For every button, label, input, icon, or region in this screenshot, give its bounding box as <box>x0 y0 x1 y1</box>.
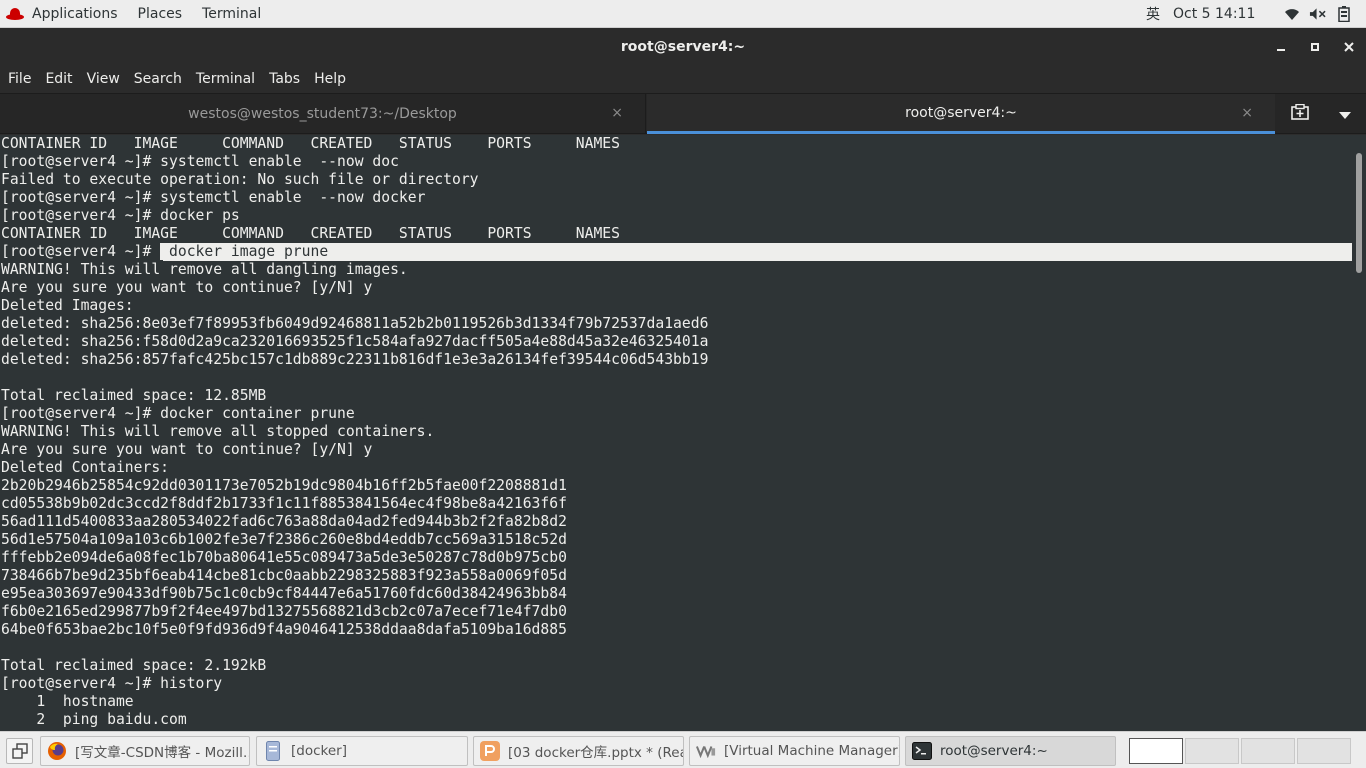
close-button[interactable] <box>1332 28 1366 65</box>
task-label: [docker] <box>291 743 347 759</box>
terminal-line: Are you sure you want to continue? [y/N]… <box>1 279 373 296</box>
task-presentation[interactable]: [03 docker仓库.pptx * (Rea… <box>473 736 684 766</box>
terminal-line: Are you sure you want to continue? [y/N]… <box>1 441 373 458</box>
menu-tabs[interactable]: Tabs <box>262 65 307 93</box>
tab-westos-desktop[interactable]: westos@westos_student73:~/Desktop × <box>0 94 646 134</box>
workspace-1[interactable] <box>1129 738 1183 764</box>
terminal-line: deleted: sha256:8e03ef7f89953fb6049d9246… <box>1 315 709 332</box>
menu-file[interactable]: File <box>1 65 38 93</box>
tab-bar: westos@westos_student73:~/Desktop × root… <box>0 93 1366 134</box>
task-docker-folder[interactable]: [docker] <box>256 736 468 766</box>
applications-menu[interactable]: Applications <box>0 0 128 28</box>
places-menu[interactable]: Places <box>128 0 193 28</box>
terminal-line: [root@server4 ~]# docker container prune <box>1 405 355 422</box>
window-list: [写文章-CSDN博客 - Mozill… [docker] [03 docke… <box>0 731 1366 768</box>
terminal-line: Deleted Containers: <box>1 459 170 476</box>
selected-command: docker image prune <box>160 243 329 260</box>
workspace-4[interactable] <box>1297 738 1351 764</box>
new-tab-button[interactable] <box>1291 103 1309 124</box>
terminal-line: 2 ping baidu.com <box>1 711 187 728</box>
show-desktop-button[interactable] <box>6 738 33 764</box>
terminal-line: 64be0f653bae2bc10f5e0f9fd936d9f4a9046412… <box>1 621 567 638</box>
terminal-line: [root@server4 ~]# systemctl enable --now… <box>1 189 426 206</box>
firefox-icon <box>47 741 67 761</box>
terminal-line: CONTAINER ID IMAGE COMMAND CREATED STATU… <box>1 135 620 152</box>
terminal-line: Total reclaimed space: 12.85MB <box>1 387 267 404</box>
task-terminal[interactable]: root@server4:~ <box>905 736 1116 766</box>
terminal-line: WARNING! This will remove all stopped co… <box>1 423 435 440</box>
scrollbar-thumb[interactable] <box>1356 153 1362 273</box>
task-firefox[interactable]: [写文章-CSDN博客 - Mozill… <box>40 736 250 766</box>
terminal-line: 738466b7be9d235bf6eab414cbe81cbc0aabb229… <box>1 567 567 584</box>
show-desktop-icon <box>11 743 28 759</box>
top-panel: Applications Places Terminal 英 Oct 5 14:… <box>0 0 1366 28</box>
input-method-indicator[interactable]: 英 <box>1135 4 1171 24</box>
terminal-line: [root@server4 ~]# docker image prune <box>1 243 1352 261</box>
menu-view[interactable]: View <box>80 65 127 93</box>
terminal-line: WARNING! This will remove all dangling i… <box>1 261 408 278</box>
tab-list-button[interactable] <box>1339 105 1351 124</box>
terminal-line: fffebb2e094de6a08fec1b70ba80641e55c08947… <box>1 549 567 566</box>
file-manager-icon <box>263 741 283 761</box>
applications-label: Applications <box>32 5 118 22</box>
system-menu[interactable] <box>1271 6 1366 22</box>
vm-manager-icon <box>696 741 716 761</box>
presentation-icon <box>480 741 500 761</box>
tab-close-icon[interactable]: × <box>611 105 623 121</box>
terminal-line: [root@server4 ~]# history <box>1 675 223 692</box>
close-icon <box>1344 41 1354 52</box>
terminal-icon <box>912 741 932 761</box>
task-label: [03 docker仓库.pptx * (Rea… <box>508 745 684 761</box>
clock[interactable]: Oct 5 14:11 <box>1171 6 1271 22</box>
maximize-button[interactable] <box>1298 28 1332 65</box>
tab-close-icon[interactable]: × <box>1241 105 1253 121</box>
terminal-line: 56ad111d5400833aa280534022fad6c763a88da0… <box>1 513 567 530</box>
terminal-menubar: File Edit View Search Terminal Tabs Help <box>0 65 1366 93</box>
menu-help[interactable]: Help <box>307 65 353 93</box>
menu-search[interactable]: Search <box>127 65 189 93</box>
maximize-icon <box>1311 42 1319 51</box>
terminal-line: Total reclaimed space: 2.192kB <box>1 657 267 674</box>
terminal-line: deleted: sha256:857fafc425bc157c1db889c2… <box>1 351 709 368</box>
terminal-line: 2b20b2946b25854c92dd0301173e7052b19dc980… <box>1 477 567 494</box>
terminal-line: f6b0e2165ed299877b9f2f4ee497bd1327556882… <box>1 603 567 620</box>
terminal-line: deleted: sha256:f58d0d2a9ca232016693525f… <box>1 333 709 350</box>
terminal-line: 1 hostname <box>1 693 134 710</box>
window-title: root@server4:~ <box>620 38 746 55</box>
volume-muted-icon <box>1309 6 1326 22</box>
task-label: root@server4:~ <box>940 743 1048 759</box>
workspace-2[interactable] <box>1185 738 1239 764</box>
tab-label: westos@westos_student73:~/Desktop <box>188 106 457 122</box>
new-tab-icon <box>1291 103 1309 120</box>
minimize-button[interactable] <box>1264 28 1298 65</box>
task-label: [写文章-CSDN博客 - Mozill… <box>75 745 250 761</box>
workspace-3[interactable] <box>1241 738 1295 764</box>
chevron-down-icon <box>1339 111 1351 119</box>
wifi-icon <box>1283 6 1300 22</box>
terminal-line: e95ea303697e90433df90b75c1c0cb9cf84447e6… <box>1 585 567 602</box>
redhat-logo-icon <box>6 7 24 21</box>
terminal-line: cd05538b9b02dc3ccd2f8ddf2b1733f1c11f8853… <box>1 495 567 512</box>
tab-root-server4[interactable]: root@server4:~ × <box>647 94 1275 134</box>
task-label: [Virtual Machine Manager] <box>724 743 900 759</box>
terminal-scrollbar[interactable] <box>1352 135 1366 731</box>
tab-label: root@server4:~ <box>905 104 1017 121</box>
terminal-output[interactable]: CONTAINER ID IMAGE COMMAND CREATED STATU… <box>0 135 1352 731</box>
terminal-line: [root@server4 ~]# systemctl enable --now… <box>1 153 399 170</box>
menu-edit[interactable]: Edit <box>38 65 79 93</box>
window-titlebar[interactable]: root@server4:~ <box>0 28 1366 65</box>
menu-terminal[interactable]: Terminal <box>189 65 262 93</box>
battery-icon <box>1335 6 1352 22</box>
terminal-app-menu[interactable]: Terminal <box>192 0 271 28</box>
terminal-line: CONTAINER ID IMAGE COMMAND CREATED STATU… <box>1 225 620 242</box>
minimize-icon <box>1277 48 1285 51</box>
terminal-line: Deleted Images: <box>1 297 134 314</box>
tab-tools <box>1276 94 1366 134</box>
terminal-line: Failed to execute operation: No such fil… <box>1 171 479 188</box>
task-virt-manager[interactable]: [Virtual Machine Manager] <box>689 736 900 766</box>
terminal-line: [root@server4 ~]# docker ps <box>1 207 240 224</box>
terminal-line: 56d1e57504a109a103c6b1002fe3e7f2386c260e… <box>1 531 567 548</box>
